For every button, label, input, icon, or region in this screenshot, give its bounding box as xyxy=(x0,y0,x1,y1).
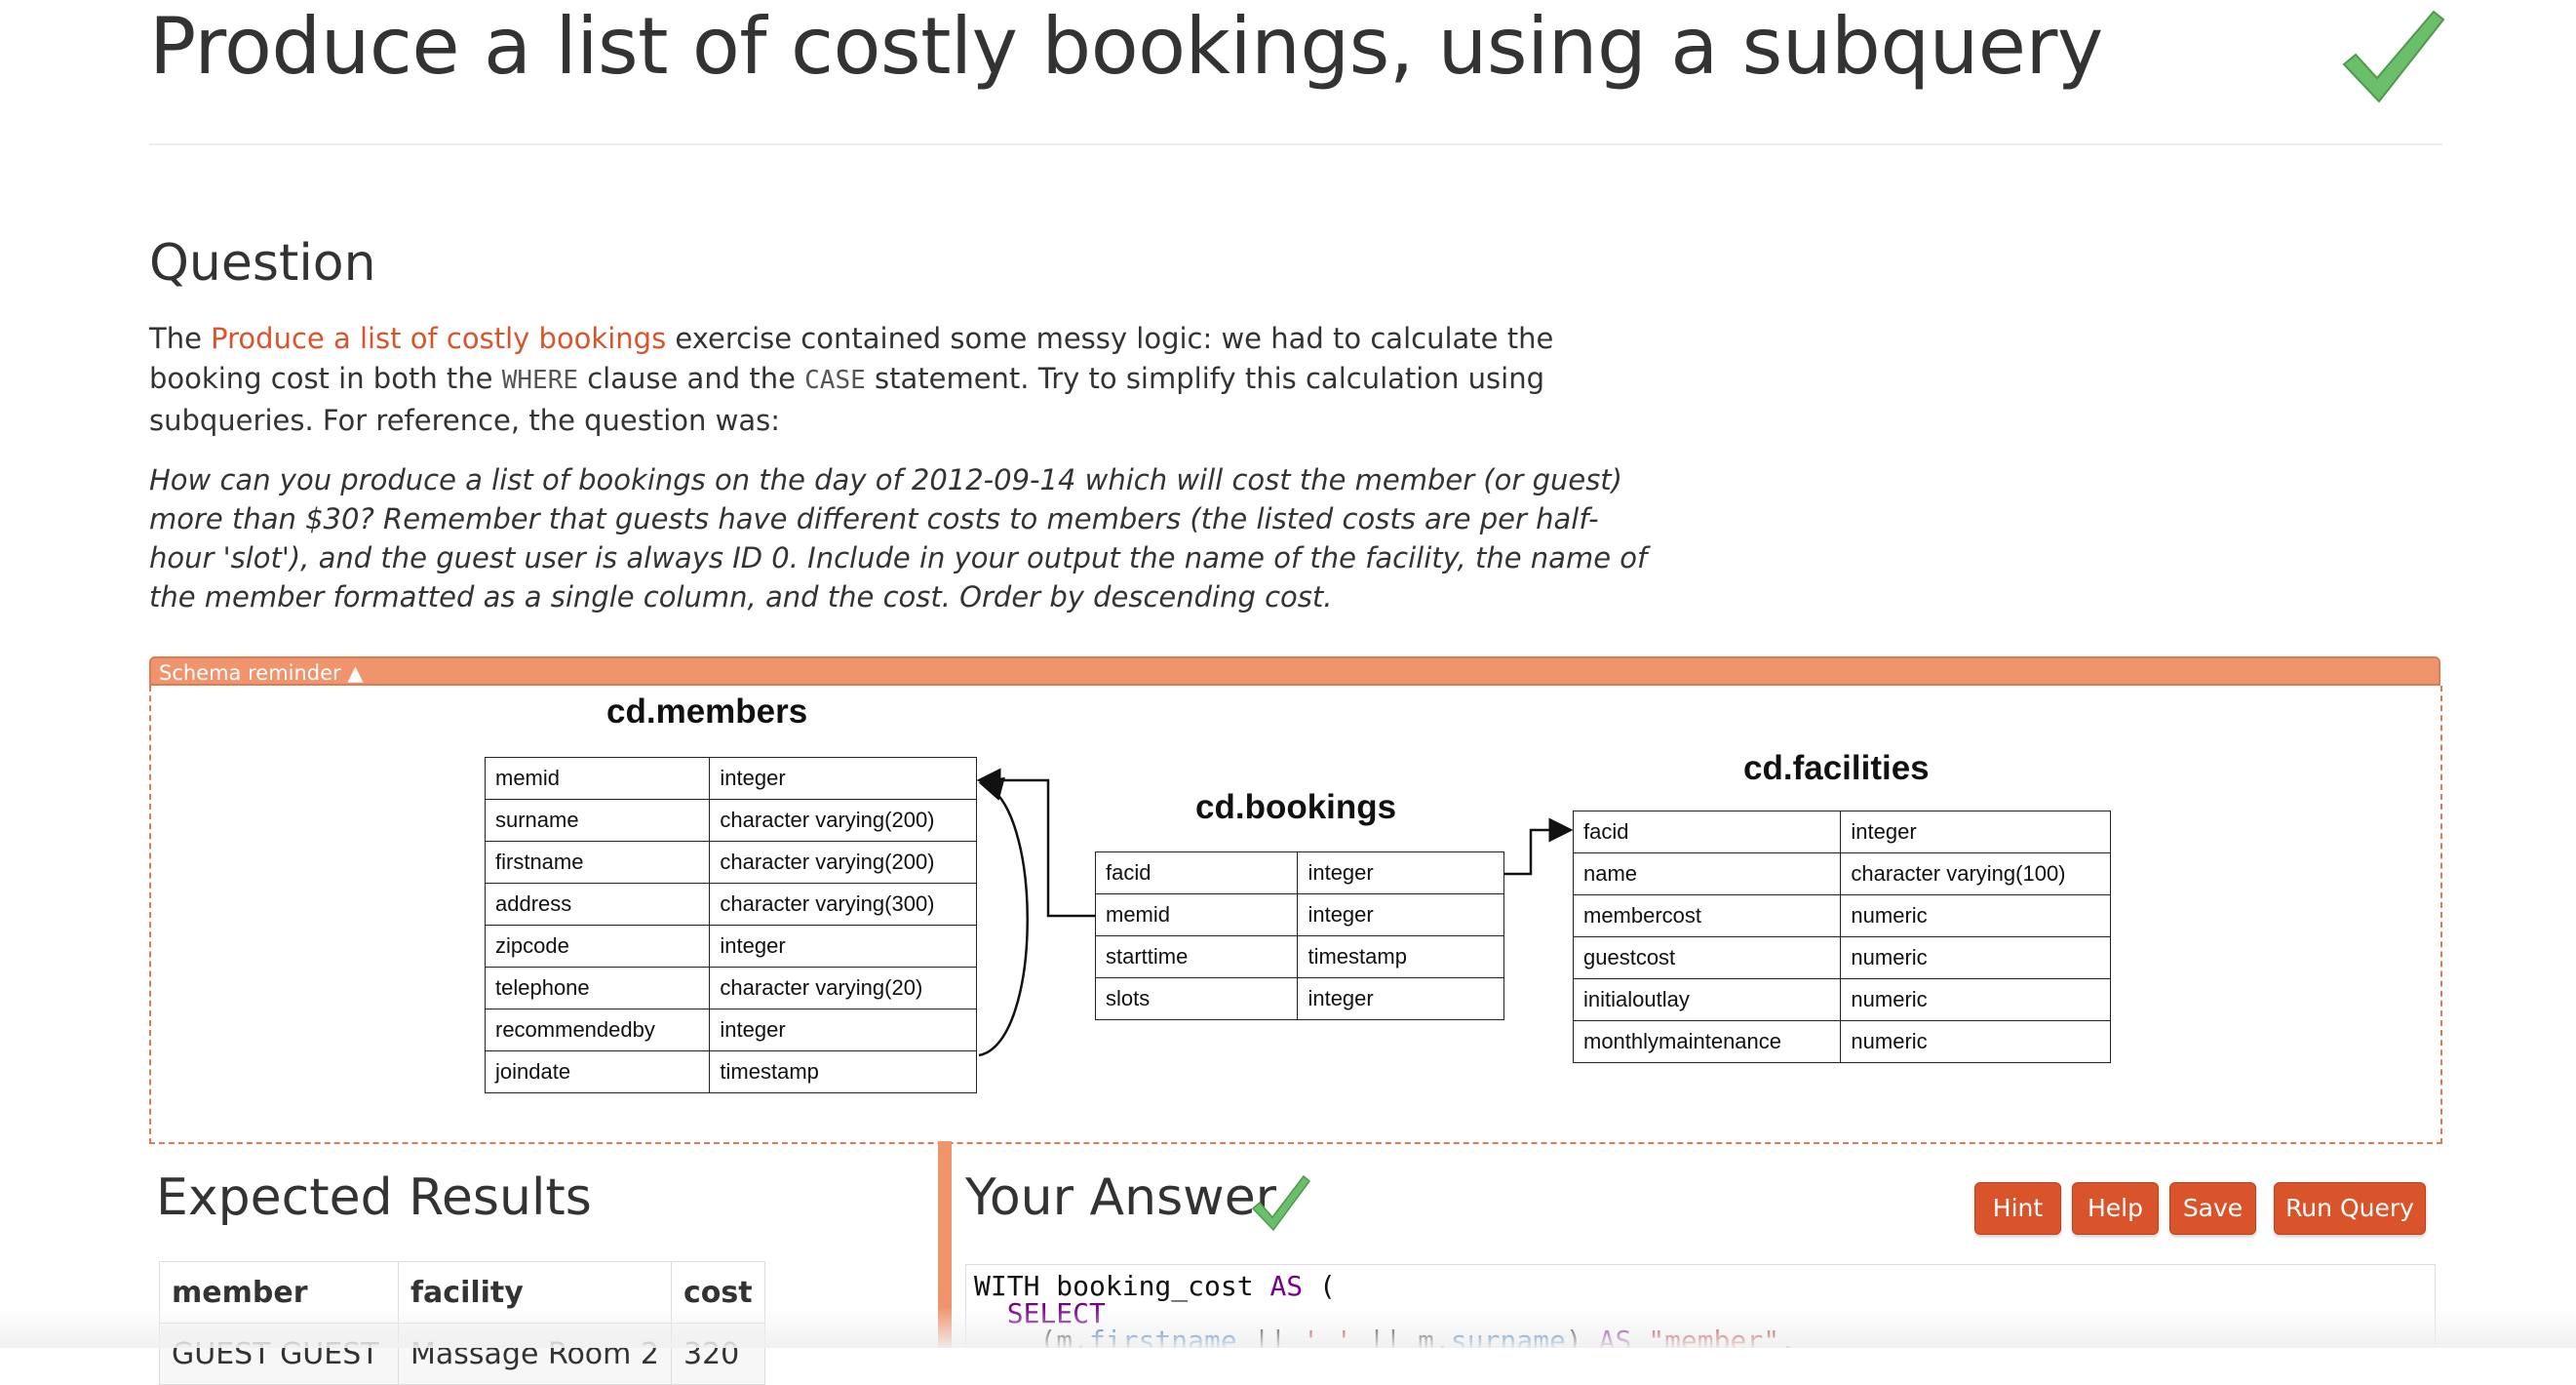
column-name: facid xyxy=(1094,851,1299,894)
schema-row: membercost numeric xyxy=(1572,894,2111,937)
column-name: zipcode xyxy=(484,925,711,968)
column-type: character varying(20) xyxy=(709,967,977,1009)
facilities-table-title: cd.facilities xyxy=(1743,749,1930,787)
schema-row: starttime timestamp xyxy=(1094,935,1504,978)
bookings-schema-table: facid integer memid integer starttime timesta… xyxy=(1094,851,1504,1020)
column-type: timestamp xyxy=(709,1050,977,1093)
schema-row: guestcost numeric xyxy=(1572,936,2111,979)
intro-text: clause and the xyxy=(578,362,805,395)
column-type: numeric xyxy=(1840,978,2111,1021)
column-name: monthlymaintenance xyxy=(1572,1020,1842,1063)
column-name: guestcost xyxy=(1572,936,1842,979)
column-name: name xyxy=(1572,852,1842,895)
column-name: starttime xyxy=(1094,935,1299,978)
your-answer-heading: Your Answer xyxy=(965,1168,1277,1227)
schema-row: monthlymaintenance numeric xyxy=(1572,1020,2111,1063)
schema-row: zipcode integer xyxy=(484,925,977,968)
schema-row: joindate timestamp xyxy=(484,1050,977,1093)
original-question: How can you produce a list of bookings o… xyxy=(149,463,1648,613)
bookings-table-title: cd.bookings xyxy=(1195,788,1397,826)
column-type: numeric xyxy=(1840,894,2111,937)
exercise-link[interactable]: Produce a list of costly bookings xyxy=(211,322,666,355)
title-divider xyxy=(149,143,2442,145)
column-type: character varying(200) xyxy=(709,799,977,842)
schema-row: memid integer xyxy=(484,757,977,800)
schema-reminder-toggle[interactable]: Schema reminder ▲ xyxy=(149,656,2440,686)
column-type: integer xyxy=(1297,851,1504,894)
column-type: numeric xyxy=(1840,1020,2111,1063)
help-button[interactable]: Help xyxy=(2072,1182,2159,1235)
schema-row: facid integer xyxy=(1094,851,1504,894)
code-token: AS xyxy=(1269,1270,1304,1302)
members-table-title: cd.members xyxy=(606,692,808,731)
schema-row: slots integer xyxy=(1094,977,1504,1020)
column-name: membercost xyxy=(1572,894,1842,937)
schema-row: recommendedby integer xyxy=(484,1009,977,1051)
column-name: address xyxy=(484,883,711,926)
intro-text: The xyxy=(149,322,212,355)
column-type: integer xyxy=(1840,811,2111,853)
save-button[interactable]: Save xyxy=(2169,1182,2256,1235)
code-case: CASE xyxy=(804,366,866,395)
column-type: character varying(300) xyxy=(709,883,977,926)
schema-row: surname character varying(200) xyxy=(484,799,977,842)
schema-row: initialoutlay numeric xyxy=(1572,978,2111,1021)
column-name: recommendedby xyxy=(484,1009,711,1051)
schema-row: address character varying(300) xyxy=(484,883,977,926)
members-schema-table: memid integer surname character varying(200… xyxy=(484,757,977,1093)
code-line: WITH booking_cost AS ( xyxy=(974,1273,2429,1300)
column-name: surname xyxy=(484,799,711,842)
page-bottom-fade xyxy=(0,1307,2576,1348)
column-type: character varying(200) xyxy=(709,841,977,884)
schema-row: firstname character varying(200) xyxy=(484,841,977,884)
column-type: numeric xyxy=(1840,936,2111,979)
schema-row: facid integer xyxy=(1572,811,2111,853)
run-query-button[interactable]: Run Query xyxy=(2274,1182,2426,1235)
hint-button[interactable]: Hint xyxy=(1974,1182,2061,1235)
column-type: character varying(100) xyxy=(1840,852,2111,895)
column-name: telephone xyxy=(484,967,711,1009)
checkmark-icon xyxy=(2342,10,2445,103)
code-token: ( xyxy=(1303,1270,1336,1302)
schema-row: memid integer xyxy=(1094,893,1504,936)
column-name: memid xyxy=(1094,893,1299,936)
column-type: integer xyxy=(1297,977,1504,1020)
question-heading: Question xyxy=(149,234,376,293)
column-type: integer xyxy=(709,1009,977,1051)
column-type: timestamp xyxy=(1297,935,1504,978)
column-name: slots xyxy=(1094,977,1299,1020)
question-intro: The Produce a list of costly bookings ex… xyxy=(149,319,1651,441)
schema-row: name character varying(100) xyxy=(1572,852,2111,895)
checkmark-icon xyxy=(1251,1174,1311,1232)
column-name: initialoutlay xyxy=(1572,978,1842,1021)
column-name: firstname xyxy=(484,841,711,884)
column-name: facid xyxy=(1572,811,1842,853)
page-title: Produce a list of costly bookings, using… xyxy=(149,1,2103,92)
expected-results-heading: Expected Results xyxy=(156,1168,592,1227)
column-type: integer xyxy=(709,925,977,968)
code-where: WHERE xyxy=(501,366,579,395)
column-type: integer xyxy=(709,757,977,800)
column-name: memid xyxy=(484,757,711,800)
facilities-schema-table: facid integer name character varying(100) me… xyxy=(1572,811,2111,1063)
schema-row: telephone character varying(20) xyxy=(484,967,977,1009)
column-name: joindate xyxy=(484,1050,711,1093)
column-type: integer xyxy=(1297,893,1504,936)
